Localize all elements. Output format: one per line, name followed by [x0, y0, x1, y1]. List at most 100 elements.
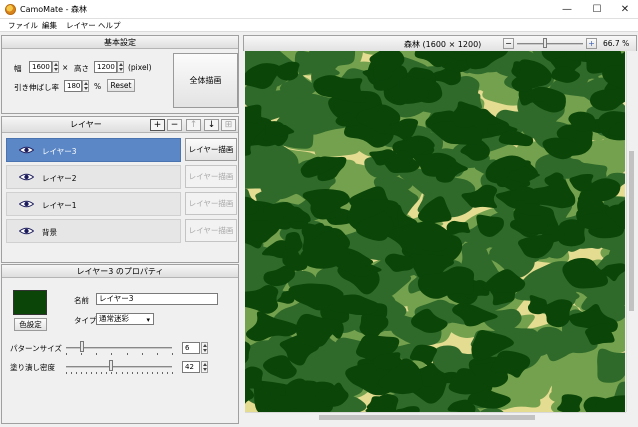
slider-tick: [111, 372, 113, 374]
height-label: 高さ: [74, 64, 89, 73]
slider-tick: [141, 372, 143, 374]
slider-tick: [81, 353, 83, 355]
width-input[interactable]: 1600: [29, 61, 52, 73]
camo-layer2-blob: [597, 348, 625, 383]
fill-density-thumb[interactable]: [108, 360, 113, 371]
zoom-thumb[interactable]: [542, 38, 547, 48]
vertical-scroll-thumb[interactable]: [629, 151, 634, 311]
menu-edit[interactable]: 編集: [42, 20, 57, 31]
fill-density-input[interactable]: 42: [182, 361, 200, 373]
color-settings-button[interactable]: 色設定: [14, 318, 47, 331]
slider-tick: [156, 372, 158, 374]
height-spinner[interactable]: [117, 61, 124, 73]
fill-density-track[interactable]: [66, 366, 172, 368]
basic-settings-header: 基本設定: [2, 36, 238, 49]
zoom-out-button[interactable]: −: [503, 38, 514, 49]
layers-panel: レイヤー + − ↑ ↓ ⊞ レイヤー3 レイヤー描画 レイヤー2 レイヤー描画…: [1, 116, 239, 263]
eye-icon[interactable]: [19, 227, 34, 235]
move-down-button[interactable]: ↓: [204, 119, 219, 131]
zoom-in-button[interactable]: +: [586, 38, 597, 49]
camo-layer3-blob: [245, 104, 262, 124]
type-select-value: 通常迷彩: [99, 314, 129, 323]
camouflage-pattern: [245, 51, 625, 412]
name-label: 名前: [74, 296, 89, 305]
maximize-button[interactable]: ☐: [582, 0, 612, 19]
slider-tick: [146, 372, 148, 374]
layer-row-background[interactable]: 背景: [6, 219, 181, 243]
slider-tick: [76, 372, 78, 374]
slider-tick: [71, 372, 73, 374]
layers-title: レイヤー: [70, 120, 102, 129]
layer-name: レイヤー3: [42, 147, 77, 156]
layer-name: レイヤー2: [42, 174, 77, 183]
slider-tick: [141, 353, 143, 355]
unit-label: (pixel): [128, 63, 152, 72]
title-bar: CamoMate - 森林 — ☐ ✕: [0, 0, 638, 19]
pattern-size-thumb[interactable]: [79, 341, 84, 352]
pattern-size-spinner[interactable]: [201, 342, 208, 354]
remove-layer-button[interactable]: −: [167, 119, 182, 131]
menu-layer[interactable]: レイヤー: [66, 20, 96, 31]
color-swatch[interactable]: [13, 290, 47, 315]
type-select[interactable]: 通常迷彩 ▾: [96, 313, 154, 325]
slider-tick: [81, 372, 83, 374]
close-button[interactable]: ✕: [610, 0, 638, 19]
layer-options-button[interactable]: ⊞: [221, 119, 236, 131]
slider-tick: [126, 372, 128, 374]
percent-label: %: [94, 82, 102, 91]
horizontal-scrollbar[interactable]: [245, 412, 626, 422]
layer-name-input[interactable]: レイヤー3: [96, 293, 218, 305]
properties-header: レイヤー3 のプロパティ: [2, 265, 238, 278]
slider-tick: [86, 372, 88, 374]
eye-icon[interactable]: [19, 146, 34, 154]
menu-file[interactable]: ファイル: [8, 20, 38, 31]
slider-tick: [161, 372, 163, 374]
eye-icon[interactable]: [19, 200, 34, 208]
add-layer-button[interactable]: +: [150, 119, 165, 131]
type-label: タイプ: [74, 316, 97, 325]
draw-layer-1-button[interactable]: レイヤー描画: [185, 192, 237, 215]
horizontal-scroll-thumb[interactable]: [319, 415, 535, 420]
menu-bar: ファイル 編集 レイヤー ヘルプ: [0, 19, 638, 32]
eye-icon[interactable]: [19, 173, 34, 181]
vertical-scrollbar[interactable]: [626, 51, 636, 412]
layer-name: レイヤー1: [42, 201, 77, 210]
slider-tick: [111, 353, 113, 355]
minimize-button[interactable]: —: [552, 0, 582, 19]
fill-density-label: 塗り潰し密度: [10, 363, 55, 372]
fill-density-spinner[interactable]: [201, 361, 208, 373]
stretch-label: 引き伸ばし率: [14, 83, 59, 92]
basic-settings-panel: 基本設定 幅 1600 × 高さ 1200 (pixel) 引き伸ばし率 180…: [1, 35, 239, 114]
slider-tick: [136, 372, 138, 374]
pattern-size-input[interactable]: 6: [182, 342, 200, 354]
slider-tick: [121, 372, 123, 374]
zoom-track[interactable]: [517, 43, 583, 45]
layer-row-3[interactable]: レイヤー3: [6, 138, 181, 162]
height-input[interactable]: 1200: [94, 61, 117, 73]
draw-layer-3-button[interactable]: レイヤー描画: [185, 138, 237, 161]
camouflage-canvas[interactable]: [245, 51, 625, 412]
preview-title: 森林 (1600 × 1200): [404, 40, 482, 49]
layer-row-2[interactable]: レイヤー2: [6, 165, 181, 189]
pattern-size-label: パターンサイズ: [10, 344, 62, 353]
stretch-input[interactable]: 180: [64, 80, 82, 92]
draw-all-button[interactable]: 全体描画: [173, 53, 238, 108]
layer-row-1[interactable]: レイヤー1: [6, 192, 181, 216]
draw-layer-2-button[interactable]: レイヤー描画: [185, 165, 237, 188]
stretch-spinner[interactable]: [82, 80, 89, 92]
width-label: 幅: [14, 64, 22, 73]
reset-button[interactable]: Reset: [107, 79, 135, 92]
preview-header: 森林 (1600 × 1200) − + 66.7 %: [243, 35, 637, 51]
menu-help[interactable]: ヘルプ: [98, 20, 121, 31]
window-title: CamoMate - 森林: [20, 5, 88, 14]
move-up-button[interactable]: ↑: [186, 119, 201, 131]
slider-tick: [156, 353, 158, 355]
slider-tick: [172, 353, 173, 355]
slider-tick: [96, 372, 98, 374]
draw-background-button[interactable]: レイヤー描画: [185, 219, 237, 242]
chevron-down-icon: ▾: [146, 316, 150, 324]
slider-tick: [166, 372, 168, 374]
zoom-level: 66.7 %: [603, 39, 630, 48]
slider-tick: [106, 372, 108, 374]
width-spinner[interactable]: [52, 61, 59, 73]
